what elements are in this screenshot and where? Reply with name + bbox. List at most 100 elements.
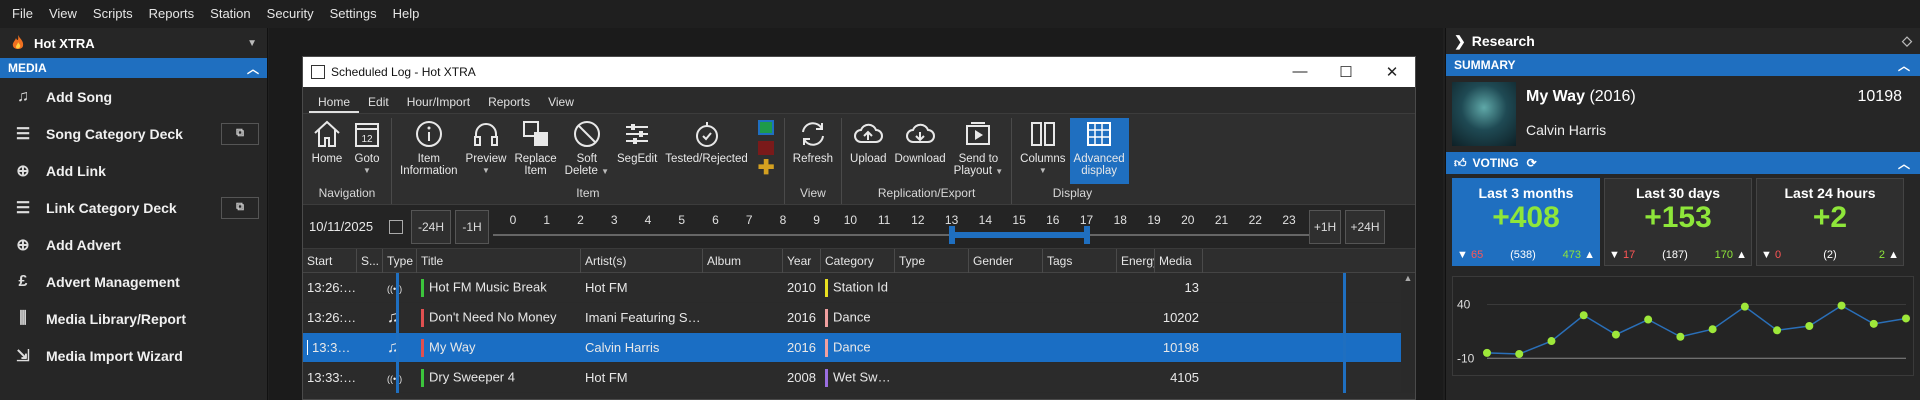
- chart-point[interactable]: [1869, 319, 1878, 328]
- chart-point[interactable]: [1773, 326, 1782, 335]
- tag-icon[interactable]: ◇: [1902, 33, 1912, 49]
- upload-button[interactable]: Upload: [846, 118, 890, 184]
- hour-label[interactable]: 10: [844, 213, 857, 227]
- hour-label[interactable]: 9: [813, 213, 820, 227]
- deck-open-icon[interactable]: ⧉: [221, 196, 259, 219]
- minus-1h-button[interactable]: -1H: [455, 209, 489, 244]
- plus-24h-button[interactable]: +24H: [1345, 209, 1385, 244]
- sidebar-item-add-advert[interactable]: ⊕ Add Advert: [0, 226, 267, 263]
- chart-point[interactable]: [1644, 315, 1653, 324]
- column-header[interactable]: Gender: [969, 248, 1043, 273]
- minus-24h-button[interactable]: -24H: [411, 209, 451, 244]
- hour-range-handle[interactable]: [948, 225, 955, 244]
- menu-settings[interactable]: Settings: [322, 0, 385, 28]
- send-to-playout-button[interactable]: Send to Playout ▼: [950, 118, 1007, 184]
- column-header[interactable]: Title: [417, 248, 581, 273]
- column-header[interactable]: Media: [1155, 248, 1203, 273]
- menu-help[interactable]: Help: [385, 0, 428, 28]
- chart-point[interactable]: [1837, 301, 1846, 310]
- item-information-button[interactable]: Item Information: [396, 118, 462, 184]
- chart-point[interactable]: [1515, 349, 1524, 358]
- column-header[interactable]: Category: [821, 248, 895, 273]
- sidebar-item-add-link[interactable]: ⊕ Add Link: [0, 152, 267, 189]
- menu-scripts[interactable]: Scripts: [85, 0, 141, 28]
- table-row[interactable]: 13:26:58 ♫ Don't Need No Money Imani Featur…: [303, 303, 1415, 333]
- segedit-button[interactable]: SegEdit: [613, 118, 661, 184]
- column-header[interactable]: Energy: [1117, 248, 1155, 273]
- deck-open-icon[interactable]: ⧉: [221, 122, 259, 145]
- table-row[interactable]: 13:33:50 ((•)) Dry Sweeper 4 Hot FM 2008 Wet …: [303, 363, 1415, 393]
- chart-point[interactable]: [1547, 337, 1556, 346]
- red-swatch[interactable]: [757, 140, 774, 156]
- column-header[interactable]: Start: [303, 248, 357, 273]
- chevron-up-icon[interactable]: ︿: [1898, 57, 1910, 74]
- chart-point[interactable]: [1579, 311, 1588, 320]
- hour-label[interactable]: 17: [1080, 213, 1093, 227]
- soft-delete-button[interactable]: Soft Delete ▼: [561, 118, 613, 184]
- chevron-down-icon[interactable]: ▼: [247, 38, 257, 49]
- hour-label[interactable]: 23: [1282, 213, 1295, 227]
- column-header[interactable]: S...: [357, 248, 383, 273]
- home-button[interactable]: Home: [307, 118, 347, 184]
- hour-label[interactable]: 16: [1046, 213, 1059, 227]
- sidebar-item-media-library-report[interactable]: ⫼ Media Library/Report: [0, 300, 267, 337]
- tab-hour-import[interactable]: Hour/Import: [398, 95, 479, 113]
- sidebar-item-link-category-deck[interactable]: ☰ Link Category Deck ⧉: [0, 189, 267, 226]
- sidebar-item-song-category-deck[interactable]: ☰ Song Category Deck ⧉: [0, 115, 267, 152]
- hour-label[interactable]: 2: [577, 213, 584, 227]
- vote-card[interactable]: Last 24 hours +2 ▼ 0 (2) 2 ▲: [1756, 178, 1904, 266]
- tab-edit[interactable]: Edit: [359, 95, 398, 113]
- chevron-up-icon[interactable]: ︿: [1898, 155, 1910, 172]
- maximize-icon[interactable]: ☐: [1323, 63, 1369, 81]
- plus-1h-button[interactable]: +1H: [1309, 209, 1341, 244]
- summary-header[interactable]: SUMMARY ︿: [1446, 54, 1920, 76]
- hour-range-handle[interactable]: [1083, 225, 1090, 244]
- add-swatch-icon[interactable]: ✚: [758, 159, 775, 178]
- menu-security[interactable]: Security: [259, 0, 322, 28]
- column-header[interactable]: Tags: [1043, 248, 1117, 273]
- minimize-icon[interactable]: —: [1277, 63, 1323, 81]
- refresh-icon[interactable]: ⟳: [1527, 156, 1537, 170]
- hour-label[interactable]: 22: [1249, 213, 1262, 227]
- table-row[interactable]: 13:30:22 ♫ My Way Calvin Harris 2016 Dance 101…: [303, 333, 1415, 363]
- chart-point[interactable]: [1740, 302, 1749, 311]
- hour-label[interactable]: 13: [945, 213, 958, 227]
- table-row[interactable]: 13:26:56 ((•)) Hot FM Music Break Hot FM 201…: [303, 273, 1415, 303]
- columns-button[interactable]: Columns ▼: [1016, 118, 1069, 184]
- column-header[interactable]: Artist(s): [581, 248, 703, 273]
- hour-label[interactable]: 1: [543, 213, 550, 227]
- column-header[interactable]: Album: [703, 248, 783, 273]
- hour-label[interactable]: 6: [712, 213, 719, 227]
- refresh-button[interactable]: Refresh: [789, 118, 837, 184]
- calendar-icon[interactable]: [389, 219, 403, 234]
- hour-label[interactable]: 14: [979, 213, 992, 227]
- chart-point[interactable]: [1676, 332, 1685, 341]
- sidebar-item-media-import-wizard[interactable]: ⇲ Media Import Wizard: [0, 337, 267, 374]
- hour-label[interactable]: 8: [780, 213, 787, 227]
- window-titlebar[interactable]: Scheduled Log - Hot XTRA — ☐ ✕: [303, 57, 1415, 87]
- column-header[interactable]: Year: [783, 248, 821, 273]
- chevron-up-icon[interactable]: ︿: [247, 60, 259, 77]
- station-selector[interactable]: Hot XTRA ▼: [0, 28, 267, 58]
- hour-label[interactable]: 4: [645, 213, 652, 227]
- hour-label[interactable]: 15: [1012, 213, 1025, 227]
- hour-label[interactable]: 5: [678, 213, 685, 227]
- column-header[interactable]: Type: [895, 248, 969, 273]
- sidebar-item-advert-management[interactable]: £ Advert Management: [0, 263, 267, 300]
- chart-point[interactable]: [1483, 348, 1491, 357]
- chart-point[interactable]: [1611, 330, 1620, 339]
- hour-label[interactable]: 12: [911, 213, 924, 227]
- hour-label[interactable]: 18: [1114, 213, 1127, 227]
- hour-label[interactable]: 11: [878, 213, 890, 227]
- vote-card[interactable]: Last 30 days +153 ▼ 17 (187) 170 ▲: [1604, 178, 1752, 266]
- scroll-up-icon[interactable]: ▲: [1401, 273, 1415, 283]
- menu-view[interactable]: View: [41, 0, 85, 28]
- hour-range-selection[interactable]: [951, 231, 1087, 238]
- hour-label[interactable]: 20: [1181, 213, 1194, 227]
- media-section-header[interactable]: MEDIA ︿: [0, 58, 267, 78]
- vertical-scrollbar[interactable]: ▲: [1401, 273, 1415, 393]
- hour-label[interactable]: 3: [611, 213, 618, 227]
- voting-header[interactable]: 👍︎ VOTING ⟳ ︿: [1446, 152, 1920, 174]
- replace-item-button[interactable]: Replace Item: [510, 118, 560, 184]
- vote-card[interactable]: Last 3 months +408 ▼ 65 (538) 473 ▲: [1452, 178, 1600, 266]
